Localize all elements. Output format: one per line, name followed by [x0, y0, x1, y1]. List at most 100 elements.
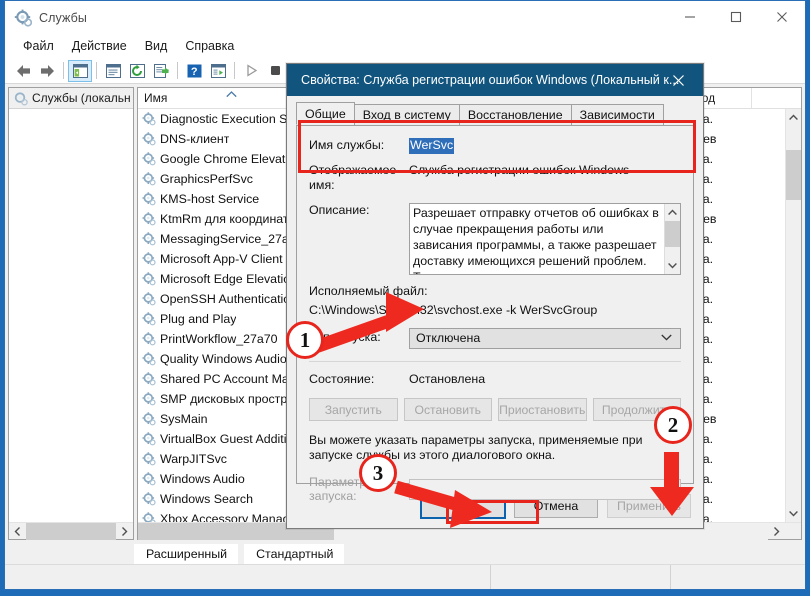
column-header-label: Имя [144, 91, 167, 105]
menu-view[interactable]: Вид [136, 37, 177, 55]
tree-body[interactable] [9, 109, 133, 522]
export-list-icon[interactable] [149, 60, 173, 82]
service-gear-icon [142, 332, 156, 346]
vertical-scroll-thumb[interactable] [786, 150, 802, 200]
state-row: Состояние: Остановлена [309, 372, 681, 388]
service-gear-icon [142, 212, 156, 226]
back-arrow-icon[interactable] [11, 60, 35, 82]
service-gear-icon [142, 392, 156, 406]
tab-logon[interactable]: Вход в систему [354, 104, 460, 125]
tab-dependencies[interactable]: Зависимости [571, 104, 664, 125]
view-tabs: Расширенный Стандартный [5, 543, 805, 564]
tree-horizontal-scrollbar[interactable] [9, 522, 133, 539]
stop-button[interactable]: Остановить [404, 398, 493, 421]
resume-button[interactable]: Продолжить [593, 398, 682, 421]
window-controls [667, 1, 805, 33]
forward-arrow-icon[interactable] [35, 60, 59, 82]
tree-scroll-left-icon[interactable] [9, 523, 26, 540]
list-vertical-scrollbar[interactable] [785, 109, 801, 522]
description-value: Разрешает отправку отчетов об ошибках в … [410, 204, 664, 274]
description-scroll-up-icon[interactable] [665, 204, 680, 221]
service-gear-icon [142, 512, 156, 522]
service-control-buttons: Запустить Остановить Приостановить Продо… [309, 398, 681, 421]
toolbar-separator [63, 62, 64, 79]
window-titlebar: Службы [5, 1, 805, 34]
service-name-text: Plug and Play [160, 312, 236, 326]
service-name-text: MessagingService_27a70 [160, 232, 303, 246]
service-gear-icon [142, 412, 156, 426]
service-gear-icon [142, 292, 156, 306]
minimize-button[interactable] [667, 1, 713, 33]
startup-type-row: Тип запуска: Отключена [309, 328, 681, 349]
service-name-value[interactable]: WerSvc [409, 138, 454, 154]
pause-button[interactable]: Приостановить [498, 398, 587, 421]
sort-ascending-icon [226, 90, 237, 100]
description-scroll-thumb[interactable] [665, 221, 680, 247]
startup-params-row: Параметры запуска: [309, 475, 681, 503]
description-box[interactable]: Разрешает отправку отчетов об ошибках в … [409, 203, 681, 275]
properties-icon[interactable] [101, 60, 125, 82]
menu-bar: Файл Действие Вид Справка [5, 34, 805, 58]
service-name-text: DNS-клиент [160, 132, 229, 146]
display-name-label: Отображаемое имя: [309, 163, 409, 194]
service-name-text: KMS-host Service [160, 192, 259, 206]
services-gear-icon [14, 9, 32, 27]
help-icon[interactable]: ? [182, 60, 206, 82]
description-scroll-down-icon[interactable] [665, 257, 680, 274]
tree-scroll-thumb[interactable] [26, 523, 116, 540]
maximize-button[interactable] [713, 1, 759, 33]
service-properties-dialog: Свойства: Служба регистрации ошибок Wind… [286, 63, 704, 529]
services-gear-icon [13, 91, 28, 106]
description-scrollbar[interactable] [664, 204, 680, 274]
stop-button-label: Остановить [414, 403, 481, 417]
status-segment-2 [491, 565, 671, 589]
tree-root-item[interactable]: Службы (локальн [9, 88, 133, 109]
start-button[interactable]: Запустить [309, 398, 398, 421]
menu-help[interactable]: Справка [176, 37, 243, 55]
service-gear-icon [142, 432, 156, 446]
scroll-up-icon[interactable] [786, 109, 802, 126]
service-gear-icon [142, 192, 156, 206]
startup-params-input[interactable] [409, 479, 681, 500]
service-gear-icon [142, 492, 156, 506]
dialog-title: Свойства: Служба регистрации ошибок Wind… [287, 73, 679, 87]
menu-file[interactable]: Файл [14, 37, 63, 55]
state-value: Остановлена [409, 372, 485, 388]
display-name-value[interactable]: Служба регистрации ошибок Windows [409, 163, 629, 179]
startup-type-select[interactable]: Отключена [409, 328, 681, 349]
scroll-right-icon[interactable] [768, 523, 785, 540]
show-hide-tree-icon[interactable] [68, 60, 92, 82]
svg-text:?: ? [190, 66, 197, 78]
resume-button-label: Продолжить [602, 403, 672, 417]
stop-service-icon [263, 60, 287, 82]
description-scroll-track[interactable] [665, 221, 680, 257]
scroll-down-icon[interactable] [786, 505, 802, 522]
close-button[interactable] [759, 1, 805, 33]
service-name-text: Google Chrome Elevation [160, 152, 302, 166]
service-gear-icon [142, 352, 156, 366]
tab-extended[interactable]: Расширенный [134, 544, 238, 564]
console-icon[interactable] [206, 60, 230, 82]
service-name-text: Windows Audio [160, 472, 245, 486]
tab-general[interactable]: Общие [296, 102, 355, 125]
service-name-text: GraphicsPerfSvc [160, 172, 253, 186]
executable-label: Исполняемый файл: [309, 284, 681, 298]
tab-standard[interactable]: Стандартный [244, 544, 344, 564]
description-row: Описание: Разрешает отправку отчетов об … [309, 203, 681, 275]
dialog-close-button[interactable] [661, 64, 695, 96]
service-name-text: SMP дисковых простран [160, 392, 301, 406]
menu-action[interactable]: Действие [63, 37, 136, 55]
tab-recovery[interactable]: Восстановление [459, 104, 572, 125]
service-gear-icon [142, 372, 156, 386]
startup-type-value: Отключена [416, 331, 480, 345]
vertical-scroll-track[interactable] [786, 126, 802, 505]
service-name-label: Имя службы: [309, 138, 409, 154]
service-name-text: KtmRm для координатор [160, 212, 302, 226]
refresh-icon[interactable] [125, 60, 149, 82]
tab-extended-label: Расширенный [146, 547, 227, 561]
service-name-text: Microsoft App-V Client [160, 252, 283, 266]
dialog-general-panel: Имя службы: WerSvc Отображаемое имя: Слу… [296, 125, 694, 484]
tree-scroll-right-icon[interactable] [116, 523, 133, 540]
service-gear-icon [142, 272, 156, 286]
start-service-icon [239, 60, 263, 82]
